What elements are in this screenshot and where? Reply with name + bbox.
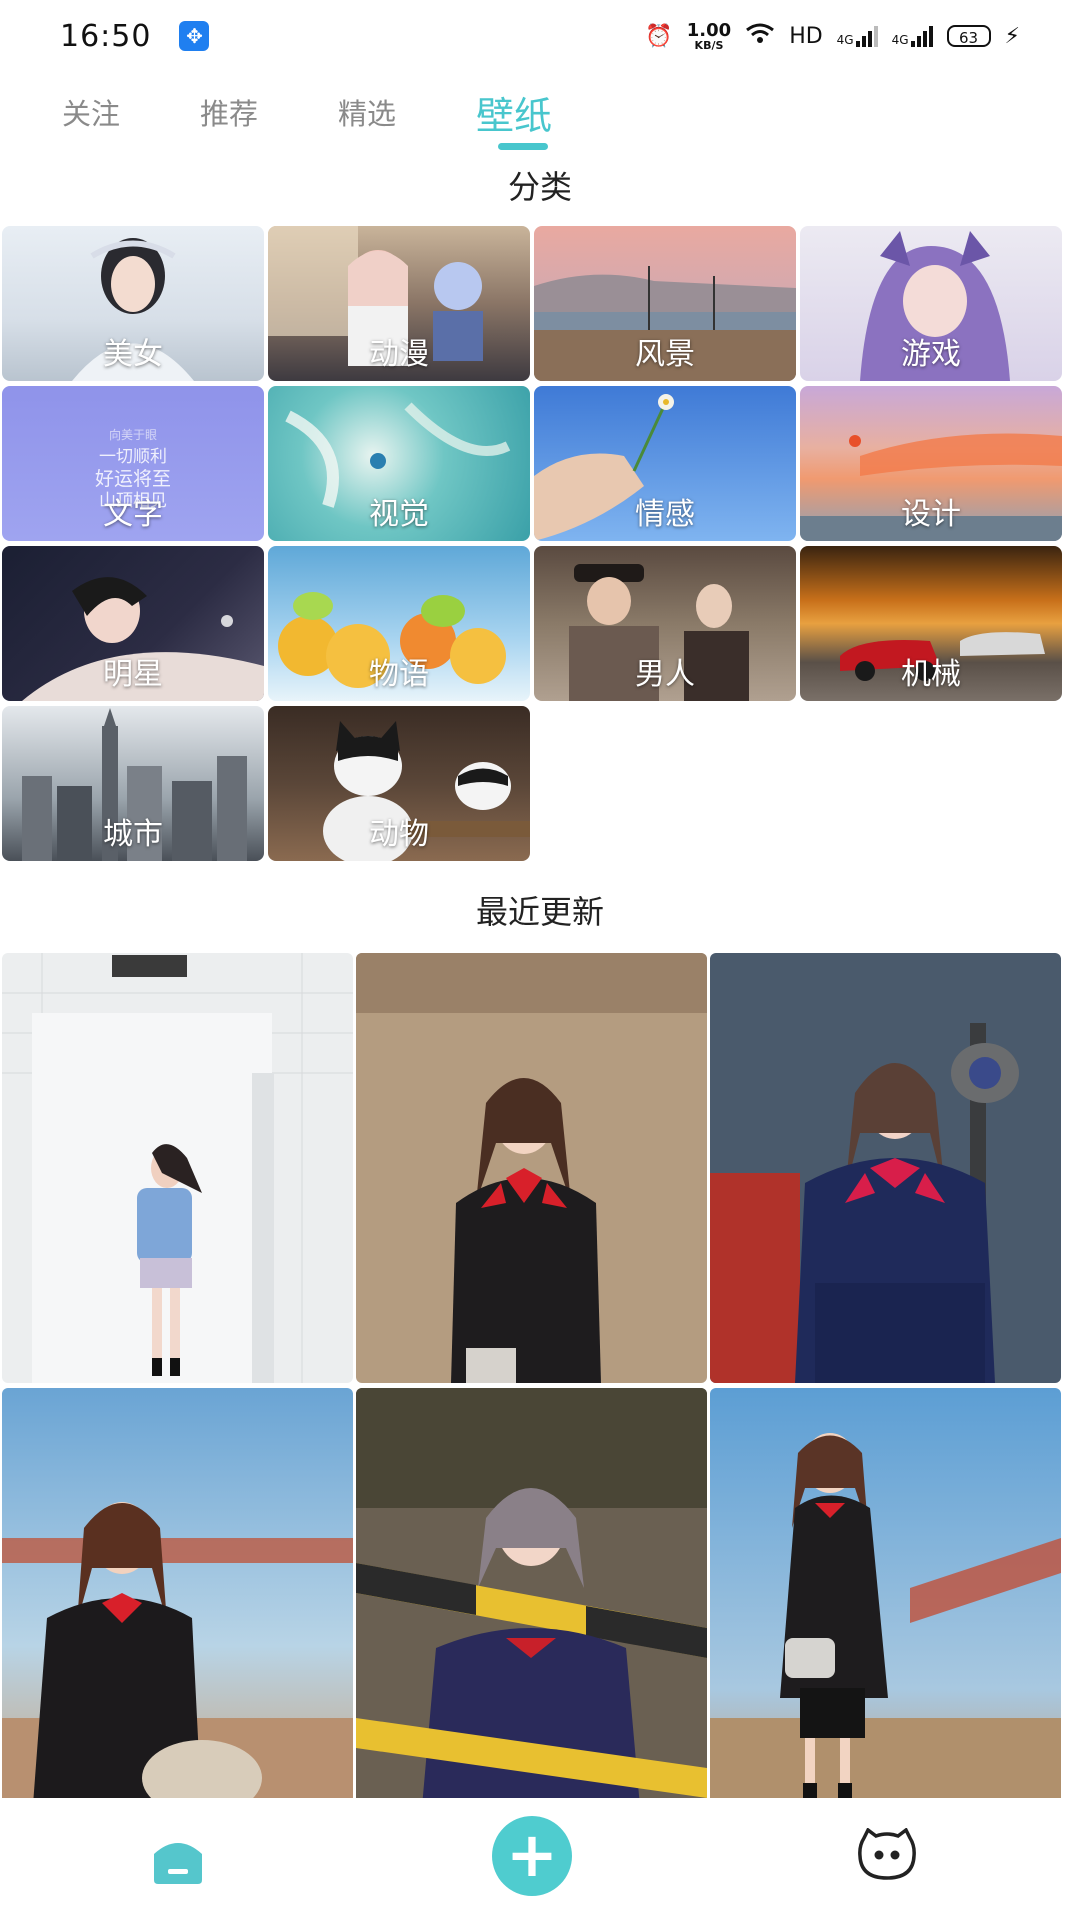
category-design[interactable]: 设计 xyxy=(800,386,1062,541)
category-celebrity[interactable]: 明星 xyxy=(2,546,264,701)
category-anime[interactable]: 动漫 xyxy=(268,226,530,381)
category-label: 明星 xyxy=(103,657,163,692)
category-label: 文字 xyxy=(103,497,163,532)
signal-bars-icon xyxy=(855,25,878,47)
top-tabs: 关注 推荐 精选 壁纸 xyxy=(0,72,1080,152)
status-bar: 16:50 ✥ ⏰ 1.00 KB/S HD 4G 4G 63 ⚡ xyxy=(0,0,1080,72)
recent-photo[interactable] xyxy=(2,1388,353,1818)
signal-2: 4G xyxy=(892,25,933,47)
category-beauty[interactable]: 美女 xyxy=(2,226,264,381)
category-label: 城市 xyxy=(103,817,163,852)
art-text-line: 向美于眼 xyxy=(108,428,157,442)
art-text-line: 一切顺利 xyxy=(99,447,167,467)
category-emotion[interactable]: 情感 xyxy=(534,386,796,541)
hd-label: HD xyxy=(789,23,823,49)
network-speed-value: 1.00 xyxy=(686,19,732,41)
recent-photo[interactable] xyxy=(356,1388,707,1818)
tab-wallpaper[interactable]: 壁纸 xyxy=(476,85,614,150)
active-tab-indicator xyxy=(498,142,548,150)
category-label: 设计 xyxy=(901,497,961,532)
category-label: 物语 xyxy=(369,657,429,692)
category-story[interactable]: 物语 xyxy=(268,546,530,701)
notification-app-icon: ✥ xyxy=(179,21,210,51)
category-label: 男人 xyxy=(635,657,695,692)
signal-1-label: 4G xyxy=(836,33,854,47)
signal-bars-icon xyxy=(910,25,933,47)
alarm-icon: ⏰ xyxy=(645,23,673,49)
bottom-nav: + xyxy=(0,1798,1080,1920)
signal-1: 4G xyxy=(837,25,878,47)
chat-face-icon[interactable] xyxy=(858,1828,916,1882)
category-scenery[interactable]: 风景 xyxy=(534,226,796,381)
recent-photo[interactable] xyxy=(710,953,1061,1383)
photo-image xyxy=(356,953,707,1383)
photo-image xyxy=(2,1388,353,1818)
photo-image xyxy=(710,953,1061,1383)
home-icon[interactable] xyxy=(150,1836,206,1886)
category-text[interactable]: 向美于眼 一切顺利 好运将至 山顶相见 文字 xyxy=(2,386,264,541)
category-label: 视觉 xyxy=(369,497,429,532)
recent-photo[interactable] xyxy=(710,1388,1061,1818)
battery-icon: 63 xyxy=(946,25,991,47)
recent-photo[interactable] xyxy=(356,953,707,1383)
category-label: 动物 xyxy=(369,817,429,852)
network-speed: 1.00 KB/S xyxy=(686,19,732,52)
category-label: 风景 xyxy=(635,337,695,372)
add-button[interactable]: + xyxy=(492,1816,572,1896)
photo-image xyxy=(2,953,353,1383)
art-text-line: 好运将至 xyxy=(94,468,171,490)
tab-featured[interactable]: 精选 xyxy=(338,91,476,133)
wifi-icon xyxy=(745,22,775,50)
photo-image xyxy=(710,1388,1061,1818)
categories-title: 分类 xyxy=(507,168,572,206)
status-time: 16:50 xyxy=(60,18,152,54)
category-label: 动漫 xyxy=(369,337,429,372)
network-speed-unit: KB/S xyxy=(694,38,724,52)
category-label: 情感 xyxy=(635,497,695,532)
category-machinery[interactable]: 机械 xyxy=(800,546,1062,701)
tab-follow[interactable]: 关注 xyxy=(62,91,200,133)
status-indicators: ⏰ 1.00 KB/S HD 4G 4G 63 ⚡ xyxy=(645,19,1020,52)
photo-image xyxy=(356,1388,707,1818)
tab-recommend[interactable]: 推荐 xyxy=(200,91,338,133)
category-visual[interactable]: 视觉 xyxy=(268,386,530,541)
category-grid: 美女 动漫 风景 游戏 向美于眼 一切顺利 好运将至 山顶相见 文字 视觉 情感… xyxy=(2,226,1062,861)
category-game[interactable]: 游戏 xyxy=(800,226,1062,381)
category-city[interactable]: 城市 xyxy=(2,706,264,861)
tab-wallpaper-label: 壁纸 xyxy=(476,93,553,138)
recent-photo-grid xyxy=(2,953,1061,1818)
recent-updates-title: 最近更新 xyxy=(475,893,604,931)
recent-photo[interactable] xyxy=(2,953,353,1383)
category-label: 游戏 xyxy=(901,337,961,372)
charging-icon: ⚡ xyxy=(1004,23,1020,49)
category-label: 美女 xyxy=(103,337,163,372)
category-animal[interactable]: 动物 xyxy=(268,706,530,861)
signal-2-label: 4G xyxy=(891,33,909,47)
category-label: 机械 xyxy=(901,657,961,692)
category-men[interactable]: 男人 xyxy=(534,546,796,701)
